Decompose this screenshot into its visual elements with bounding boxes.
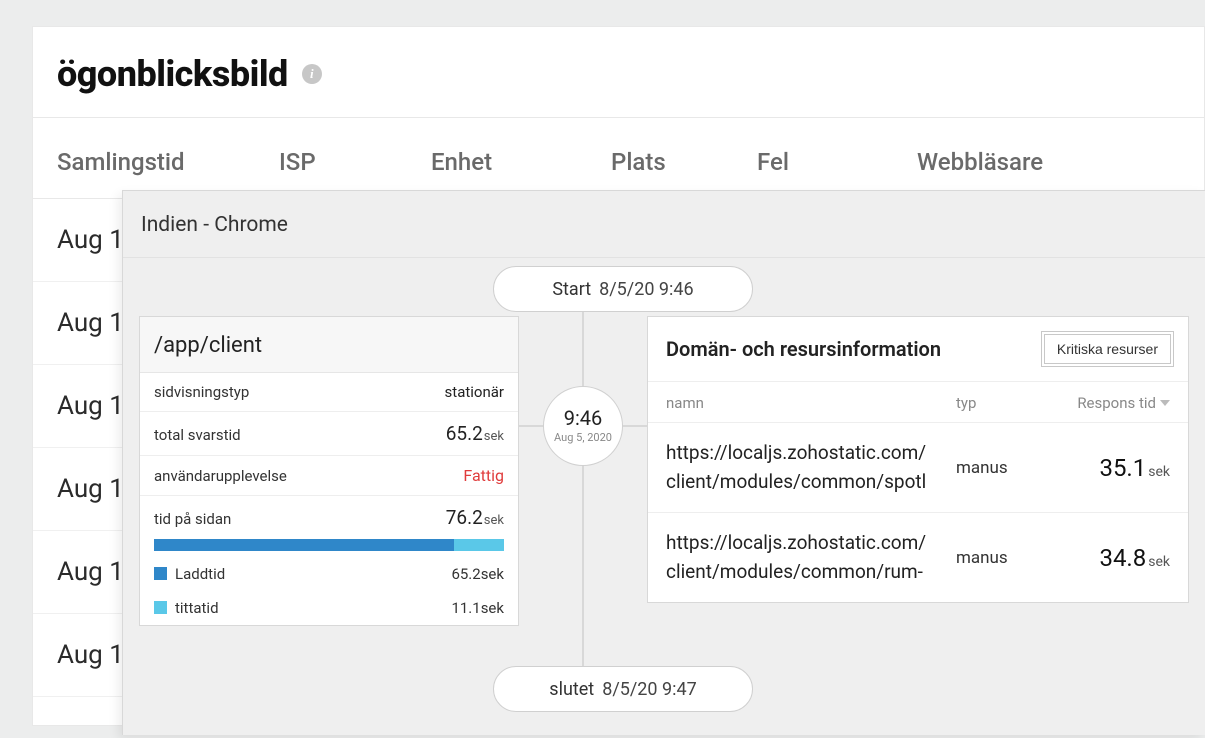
info-icon[interactable]: i xyxy=(302,64,322,84)
resource-name: https://localjs.zohostatic.com/ client/m… xyxy=(666,439,956,496)
metric-row-viewtype: sidvisningstyp stationär xyxy=(140,373,518,412)
timeline-end-pill: slutet 8/5/20 9:47 xyxy=(493,666,753,712)
timeline-line xyxy=(582,298,584,688)
chevron-down-icon xyxy=(1160,400,1170,406)
page-path: /app/client xyxy=(140,317,518,373)
timeline-node[interactable]: 9:46 Aug 5, 2020 xyxy=(543,386,623,466)
metric-row-timeonpage: tid på sidan 76.2sek xyxy=(140,496,518,539)
metric-row-ux: användarupplevelse Fattig xyxy=(140,456,518,496)
detail-panel: Indien - Chrome Start 8/5/20 9:46 9:46 A… xyxy=(122,190,1205,735)
resource-rt: 34.8sek xyxy=(1056,544,1170,572)
legend-value: 11.1sek xyxy=(451,599,504,617)
timeline-start-pill: Start 8/5/20 9:46 xyxy=(493,266,753,312)
connector-left xyxy=(517,425,545,427)
metric-key: total svarstid xyxy=(154,426,241,444)
col-type[interactable]: typ xyxy=(956,394,1056,412)
col-time[interactable]: Samlingstid xyxy=(57,148,279,176)
col-browser[interactable]: Webbläsare xyxy=(917,148,1180,176)
col-device[interactable]: Enhet xyxy=(431,148,611,176)
node-time: 9:46 xyxy=(564,408,603,428)
legend-value: 65.2sek xyxy=(451,565,504,583)
resource-panel: Domän- och resursinformation Kritiska re… xyxy=(647,316,1189,603)
end-value: 8/5/20 9:47 xyxy=(602,679,697,700)
resource-header: Domän- och resursinformation Kritiska re… xyxy=(648,317,1188,382)
metric-key: tid på sidan xyxy=(154,510,231,528)
col-location[interactable]: Plats xyxy=(611,148,757,176)
swatch-load-icon xyxy=(154,567,167,580)
col-response-time[interactable]: Respons tid xyxy=(1056,394,1170,412)
page-metrics-panel: /app/client sidvisningstyp stationär tot… xyxy=(139,316,519,626)
detail-header: Indien - Chrome xyxy=(123,191,1205,258)
time-bar-bg xyxy=(154,539,504,551)
metric-value: Fattig xyxy=(463,466,504,485)
time-bar xyxy=(140,539,518,557)
metric-row-totalrt: total svarstid 65.2sek xyxy=(140,412,518,456)
metric-value: stationär xyxy=(445,383,504,401)
swatch-view-icon xyxy=(154,601,167,614)
critical-resources-button[interactable]: Kritiska resurser xyxy=(1041,331,1174,367)
resource-columns: namn typ Respons tid xyxy=(648,382,1188,423)
resource-type: manus xyxy=(956,458,1056,478)
metric-key: användarupplevelse xyxy=(154,467,287,485)
timeline-area: Start 8/5/20 9:46 9:46 Aug 5, 2020 slute… xyxy=(123,258,1205,738)
node-date: Aug 5, 2020 xyxy=(554,431,612,444)
column-headers: Samlingstid ISP Enhet Plats Fel Webbläsa… xyxy=(33,118,1204,199)
metric-key: sidvisningstyp xyxy=(154,383,249,401)
metric-value: 65.2sek xyxy=(446,422,504,445)
page-title: ögonblicksbild xyxy=(57,53,288,95)
resource-row[interactable]: https://localjs.zohostatic.com/ client/m… xyxy=(648,513,1188,602)
end-label: slutet xyxy=(549,679,594,700)
start-label: Start xyxy=(552,279,591,300)
metric-value: 76.2sek xyxy=(446,506,504,529)
title-row: ögonblicksbild i xyxy=(33,27,1204,118)
col-isp[interactable]: ISP xyxy=(279,148,431,176)
resource-type: manus xyxy=(956,548,1056,568)
connector-right xyxy=(621,425,649,427)
start-value: 8/5/20 9:46 xyxy=(599,279,694,300)
legend-label: Laddtid xyxy=(175,565,225,583)
time-bar-load xyxy=(154,539,454,551)
legend-view: tittatid 11.1sek xyxy=(140,591,518,625)
col-error[interactable]: Fel xyxy=(757,148,917,176)
resource-name: https://localjs.zohostatic.com/ client/m… xyxy=(666,529,956,586)
resource-rt: 35.1sek xyxy=(1056,454,1170,482)
resource-row[interactable]: https://localjs.zohostatic.com/ client/m… xyxy=(648,423,1188,513)
legend-label: tittatid xyxy=(175,599,219,617)
resource-title: Domän- och resursinformation xyxy=(666,337,941,361)
legend-load: Laddtid 65.2sek xyxy=(140,557,518,591)
col-name[interactable]: namn xyxy=(666,394,956,412)
